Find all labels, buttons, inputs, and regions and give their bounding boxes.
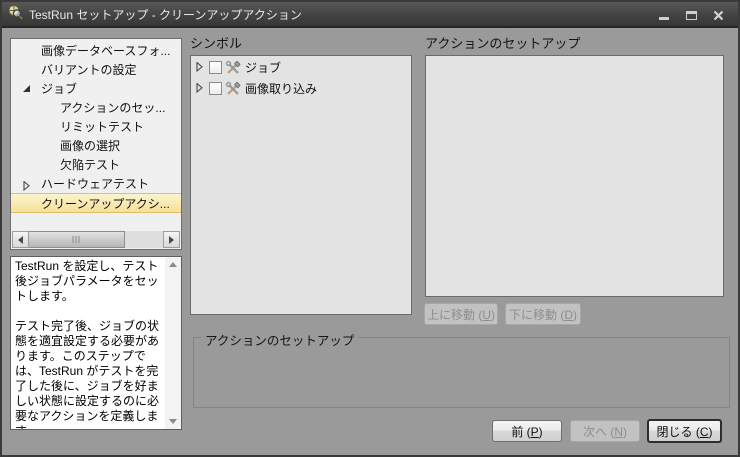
description-vertical-scrollbar[interactable] — [165, 257, 181, 429]
nav-item-cleanup-action[interactable]: クリーンアップアクシ... — [11, 193, 181, 213]
close-mnemonic: C — [700, 425, 709, 439]
prev-label-end: ) — [539, 425, 543, 439]
scrollbar-thumb[interactable] — [29, 231, 125, 248]
tools-icon — [225, 60, 241, 76]
move-up-mnemonic: U — [482, 308, 491, 322]
job-checkbox[interactable] — [209, 61, 222, 74]
image-import-checkbox[interactable] — [209, 82, 222, 95]
symbols-list[interactable]: ジョブ 画像取り込み — [190, 55, 412, 315]
move-down-label: 下に移動 ( — [509, 308, 564, 322]
move-down-button[interactable]: 下に移動 (D) — [505, 303, 581, 325]
close-icon — [713, 10, 724, 21]
move-down-mnemonic: D — [564, 308, 573, 322]
symbol-item-image-import[interactable]: 画像取り込み — [191, 79, 411, 98]
nav-item-label: アクションのセッ... — [60, 99, 165, 116]
nav-item-label: 画像データベースフォ... — [41, 42, 170, 59]
actions-list[interactable] — [425, 55, 724, 297]
nav-item-image-selection[interactable]: 画像の選択 — [11, 136, 181, 155]
nav-item-limit-test[interactable]: リミットテスト — [11, 117, 181, 136]
close-dialog-button[interactable]: 閉じる (C) — [647, 419, 722, 443]
scroll-down-icon[interactable] — [169, 419, 177, 424]
nav-item-job[interactable]: ジョブ — [11, 79, 181, 98]
move-up-label-end: ) — [491, 308, 495, 322]
nav-item-label: バリアントの設定 — [41, 61, 137, 78]
prev-mnemonic: P — [531, 425, 539, 439]
symbol-item-label: 画像取り込み — [245, 80, 317, 97]
symbol-item-label: ジョブ — [245, 59, 281, 76]
close-label-end: ) — [709, 425, 713, 439]
window-controls — [654, 2, 728, 28]
close-label: 閉じる ( — [656, 425, 699, 439]
nav-item-action-setup[interactable]: アクションのセッ... — [11, 98, 181, 117]
prev-label: 前 ( — [511, 425, 530, 439]
nav-item-image-database-folder[interactable]: 画像データベースフォ... — [11, 41, 181, 60]
scroll-right-button[interactable] — [163, 231, 180, 248]
testrun-setup-window: TestRun セットアップ - クリーンアップアクション 画像データベースフォ… — [0, 0, 740, 457]
scrollbar-track[interactable] — [125, 231, 163, 248]
description-paragraph: テスト完了後、ジョブの状態を適宜設定する必要があります。このステップでは、Tes… — [15, 319, 163, 429]
testrun-app-icon — [7, 4, 23, 25]
arrow-left-icon — [18, 236, 23, 244]
move-down-label-end: ) — [573, 308, 577, 322]
window-title: TestRun セットアップ - クリーンアップアクション — [29, 6, 302, 23]
nav-horizontal-scrollbar[interactable] — [12, 231, 180, 248]
move-up-label: 上に移動 ( — [427, 308, 482, 322]
next-mnemonic: N — [614, 425, 623, 439]
groupbox-label: アクションのセットアップ — [201, 330, 358, 349]
collapsed-arrow-icon[interactable] — [196, 82, 203, 96]
move-up-button[interactable]: 上に移動 (U) — [424, 303, 498, 325]
collapsed-arrow-icon[interactable] — [196, 61, 203, 75]
minimize-button[interactable] — [654, 6, 674, 24]
scrollbar-grip-icon — [72, 236, 81, 243]
actions-label: アクションのセットアップ — [425, 33, 580, 52]
nav-item-variant-settings[interactable]: バリアントの設定 — [11, 60, 181, 79]
description-text: TestRun を設定し、テスト後ジョブパラメータをセットします。 テスト完了後… — [11, 257, 165, 429]
nav-item-label: ジョブ — [41, 80, 77, 97]
nav-item-hardware-test[interactable]: ハードウェアテスト — [11, 174, 181, 193]
nav-item-label: ハードウェアテスト — [41, 175, 149, 192]
scroll-up-icon[interactable] — [169, 262, 177, 267]
nav-item-label: クリーンアップアクシ... — [41, 195, 170, 212]
next-label-end: ) — [623, 425, 627, 439]
maximize-icon — [686, 11, 697, 20]
description-box: TestRun を設定し、テスト後ジョブパラメータをセットします。 テスト完了後… — [10, 256, 182, 430]
maximize-button[interactable] — [681, 6, 701, 24]
minimize-icon — [659, 17, 669, 20]
prev-button[interactable]: 前 (P) — [492, 420, 562, 442]
action-setup-groupbox: アクションのセットアップ — [193, 337, 730, 408]
dialog-content: 画像データベースフォ... バリアントの設定 ジョブ アクションのセッ... リ… — [2, 30, 738, 455]
next-label: 次へ ( — [583, 425, 614, 439]
scroll-left-button[interactable] — [12, 231, 29, 248]
tools-icon — [225, 81, 241, 97]
arrow-right-icon — [169, 236, 174, 244]
symbols-label: シンボル — [190, 33, 242, 52]
next-button[interactable]: 次へ (N) — [570, 420, 640, 442]
description-paragraph: TestRun を設定し、テスト後ジョブパラメータをセットします。 — [15, 259, 163, 304]
expanded-arrow-icon[interactable] — [23, 85, 30, 92]
nav-item-label: リミットテスト — [60, 118, 144, 135]
nav-item-label: 画像の選択 — [60, 137, 120, 154]
nav-item-label: 欠陥テスト — [60, 156, 120, 173]
nav-tree[interactable]: 画像データベースフォ... バリアントの設定 ジョブ アクションのセッ... リ… — [10, 38, 182, 250]
titlebar[interactable]: TestRun セットアップ - クリーンアップアクション — [2, 2, 738, 28]
close-button[interactable] — [708, 6, 728, 24]
symbol-item-job[interactable]: ジョブ — [191, 58, 411, 77]
collapsed-arrow-icon[interactable] — [23, 180, 30, 193]
nav-item-defect-test[interactable]: 欠陥テスト — [11, 155, 181, 174]
